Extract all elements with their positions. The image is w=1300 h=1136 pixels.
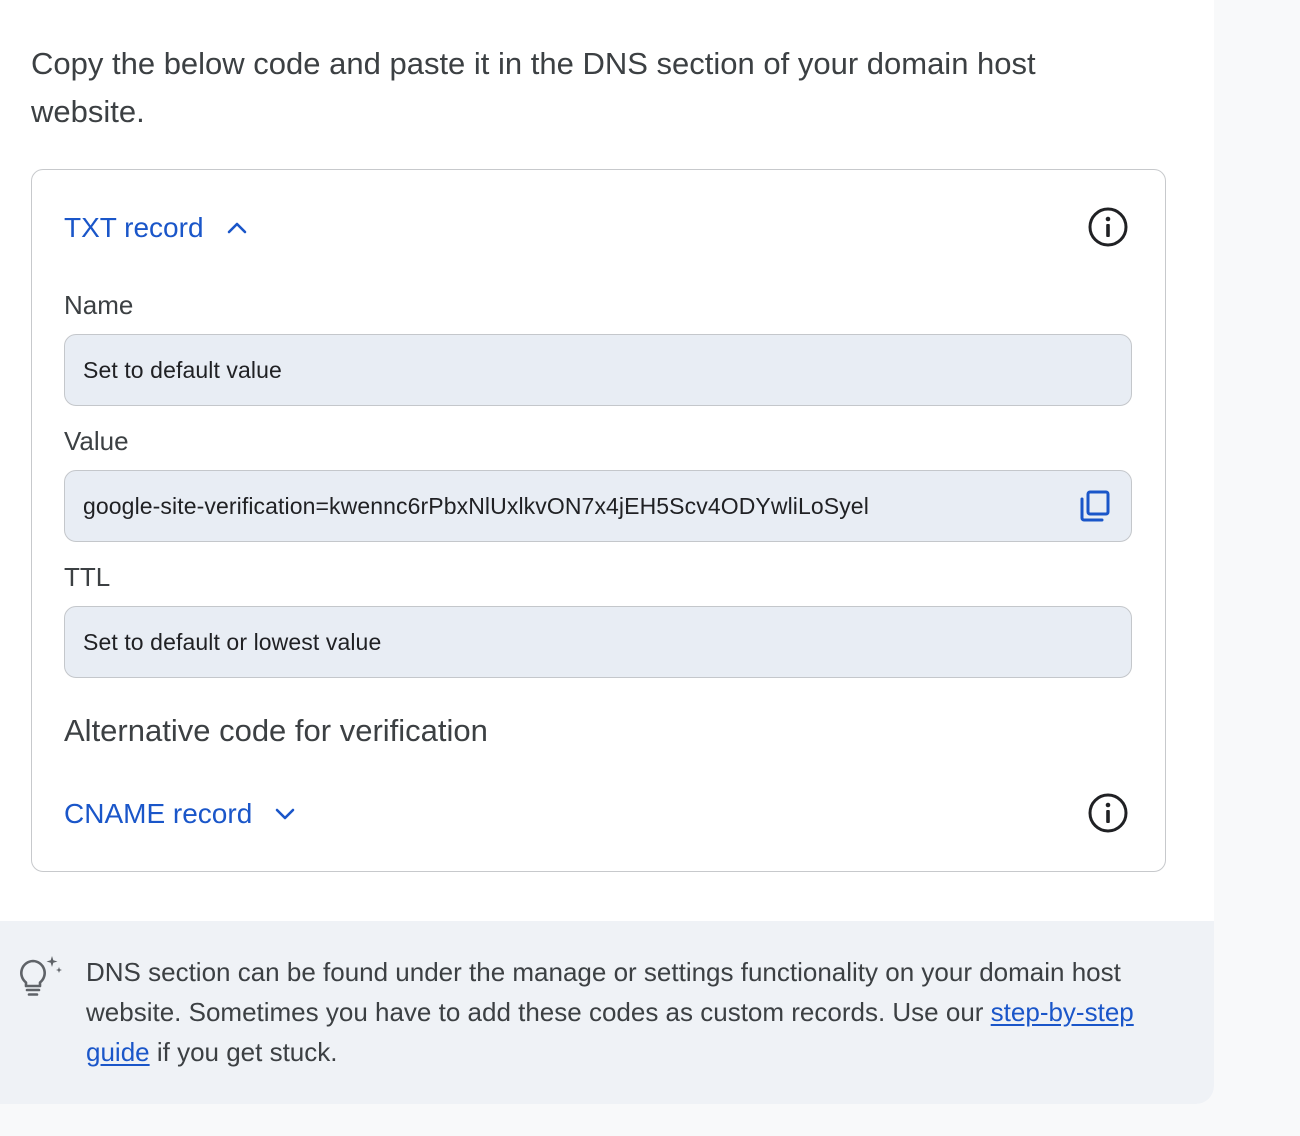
ttl-field-label: TTL <box>64 562 111 592</box>
instructions-text: Copy the below code and paste it in the … <box>31 46 1036 129</box>
chevron-down-icon <box>274 807 296 821</box>
info-icon[interactable] <box>1087 792 1129 834</box>
value-field-value: google-site-verification=kwennc6rPbxNlUx… <box>83 492 869 519</box>
tip-banner: DNS section can be found under the manag… <box>0 921 1214 1104</box>
name-field[interactable]: Set to default value <box>64 334 1132 406</box>
copy-icon[interactable] <box>1077 488 1113 524</box>
ttl-field[interactable]: Set to default or lowest value <box>64 606 1132 678</box>
name-field-value: Set to default value <box>83 356 282 383</box>
tip-text: DNS section can be found under the manag… <box>86 952 1186 1072</box>
ttl-field-value: Set to default or lowest value <box>83 628 382 655</box>
name-field-label: Name <box>64 290 134 320</box>
value-field[interactable]: google-site-verification=kwennc6rPbxNlUx… <box>64 470 1132 542</box>
lightbulb-sparkle-icon <box>16 955 66 1001</box>
value-field-label: Value <box>64 426 129 456</box>
tip-text-after: if you get stuck. <box>149 1037 338 1067</box>
verification-panel: Copy the below code and paste it in the … <box>0 0 1214 1104</box>
cname-record-label: CNAME record <box>64 798 253 829</box>
txt-record-toggle[interactable]: TXT record <box>64 212 248 244</box>
info-icon[interactable] <box>1087 206 1129 248</box>
chevron-up-icon <box>226 221 248 235</box>
alternative-code-heading: Alternative code for verification <box>64 713 488 748</box>
cname-record-toggle[interactable]: CNAME record <box>64 798 296 830</box>
dns-record-card: TXT record Name Set to default value Val… <box>31 169 1166 872</box>
txt-record-label: TXT record <box>64 212 204 243</box>
tip-text-before: DNS section can be found under the manag… <box>86 957 1121 1027</box>
